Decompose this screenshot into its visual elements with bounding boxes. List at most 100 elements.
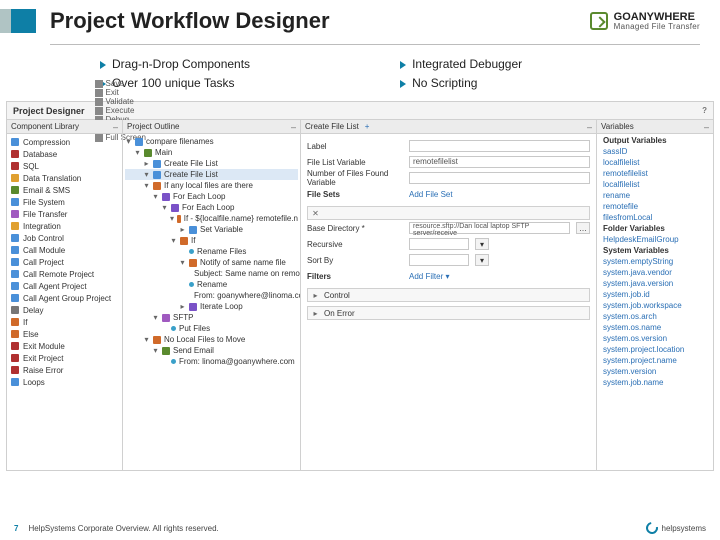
minimize-icon[interactable]: – [113,122,118,132]
flvar-input[interactable]: remotefilelist [409,156,590,168]
var-item[interactable]: rename [599,191,711,202]
basedir-input[interactable]: resource.sftp://Dan local laptop SFTP se… [409,222,570,234]
var-item[interactable]: system.project.location [599,345,711,356]
label-recursive: Recursive [307,240,403,249]
library-item[interactable]: Exit Module [7,340,122,352]
helpsystems-icon [643,520,660,537]
var-item[interactable]: localfilelist [599,180,711,191]
outline-node[interactable]: ▾If - ${localfile.name} remotefile.n [125,213,298,224]
library-item[interactable]: Job Control [7,232,122,244]
library-item[interactable]: Email & SMS [7,184,122,196]
app-titlebar: Project Designer SaveExitValidateExecute… [7,102,713,120]
outline-node[interactable]: Subject: Same name on remote [125,268,298,279]
add-button[interactable]: + [365,122,370,131]
var-item[interactable]: system.version [599,367,711,378]
var-item[interactable]: system.java.version [599,279,711,290]
var-item[interactable]: HelpdeskEmailGroup [599,235,711,246]
library-item[interactable]: Call Project [7,256,122,268]
onerror-section[interactable]: ▸On Error [307,306,590,320]
toolbar-execute[interactable]: Execute [95,106,146,115]
var-group-header[interactable]: Output Variables [599,136,711,147]
var-item[interactable]: remotefilelist [599,169,711,180]
basedir-picker[interactable]: … [576,222,590,234]
outline-node[interactable]: ▾SFTP [125,312,298,323]
toolbar-exit[interactable]: Exit [95,88,146,97]
var-item[interactable]: system.os.version [599,334,711,345]
add-fileset-link[interactable]: Add File Set [409,190,453,199]
var-item[interactable]: system.java.vendor [599,268,711,279]
toolbar-save[interactable]: Save [95,79,146,88]
library-item[interactable]: Call Remote Project [7,268,122,280]
sortby-input[interactable] [409,254,469,266]
var-item[interactable]: system.job.workspace [599,301,711,312]
library-item[interactable]: Loops [7,376,122,388]
panel-form: Create File List+– Label File List Varia… [301,120,597,470]
panel-vars-title: Variables [601,122,634,131]
var-item[interactable]: filesfromLocal [599,213,711,224]
outline-node[interactable]: Put Files [125,323,298,334]
var-item[interactable]: system.emptyString [599,257,711,268]
outline-node[interactable]: From: goanywhere@linoma.com [125,290,298,301]
var-item[interactable]: system.os.name [599,323,711,334]
library-item[interactable]: Data Translation [7,172,122,184]
label-basedir: Base Directory * [307,224,403,233]
var-item[interactable]: sassID [599,147,711,158]
footer-brand: helpsystems [646,522,706,534]
app-screenshot: Project Designer SaveExitValidateExecute… [6,101,714,471]
control-section[interactable]: ▸Control [307,288,590,302]
var-item[interactable]: system.project.name [599,356,711,367]
recursive-drop[interactable]: ▾ [475,238,489,250]
outline-node[interactable]: ▾Main [125,147,298,158]
add-filter-link[interactable]: Add Filter ▾ [409,272,449,281]
outline-node[interactable]: Rename [125,279,298,290]
library-item[interactable]: Delay [7,304,122,316]
outline-node[interactable]: ▾If any local files are there [125,180,298,191]
library-item[interactable]: Raise Error [7,364,122,376]
recursive-input[interactable] [409,238,469,250]
page-number: 7 [14,524,18,533]
library-item[interactable]: Exit Project [7,352,122,364]
library-item[interactable]: Database [7,148,122,160]
library-item[interactable]: Else [7,328,122,340]
library-item[interactable]: Compression [7,136,122,148]
library-item[interactable]: File System [7,196,122,208]
outline-node[interactable]: ▸Create File List [125,158,298,169]
outline-node[interactable]: ▾Send Email [125,345,298,356]
var-item[interactable]: remotefile [599,202,711,213]
sortby-drop[interactable]: ▾ [475,254,489,266]
slide-footer: 7 HelpSystems Corporate Overview. All ri… [0,522,720,534]
library-item[interactable]: Call Agent Group Project [7,292,122,304]
library-item[interactable]: Integration [7,220,122,232]
outline-node[interactable]: ▸Iterate Loop [125,301,298,312]
library-item[interactable]: SQL [7,160,122,172]
minimize-icon[interactable]: – [291,122,296,132]
minimize-icon[interactable]: – [587,122,592,132]
nf-input[interactable] [409,172,590,184]
bullet-item: Drag-n-Drop Components [100,55,250,74]
outline-node[interactable]: ▸Set Variable [125,224,298,235]
library-item[interactable]: Call Module [7,244,122,256]
outline-node[interactable]: ▾If [125,235,298,246]
minimize-icon[interactable]: – [704,122,709,132]
outline-node[interactable]: ▾Create File List [125,169,298,180]
var-group-header[interactable]: System Variables [599,246,711,257]
var-item[interactable]: localfilelist [599,158,711,169]
library-item[interactable]: Call Agent Project [7,280,122,292]
library-item[interactable]: If [7,316,122,328]
var-item[interactable]: system.job.name [599,378,711,389]
library-item[interactable]: File Transfer [7,208,122,220]
label-input[interactable] [409,140,590,152]
outline-node[interactable]: ▾compare filenames [125,136,298,147]
outline-node[interactable]: ▾For Each Loop [125,191,298,202]
outline-node[interactable]: ▾No Local Files to Move [125,334,298,345]
var-group-header[interactable]: Folder Variables [599,224,711,235]
outline-node[interactable]: From: linoma@goanywhere.com [125,356,298,367]
toolbar-validate[interactable]: Validate [95,97,146,106]
var-item[interactable]: system.job.id [599,290,711,301]
outline-node[interactable]: Rename Files [125,246,298,257]
var-item[interactable]: system.os.arch [599,312,711,323]
help-button[interactable]: ? [702,106,707,115]
outline-node[interactable]: ▾For Each Loop [125,202,298,213]
label-filesets: File Sets [307,190,403,199]
outline-node[interactable]: ▾Notify of same name file [125,257,298,268]
